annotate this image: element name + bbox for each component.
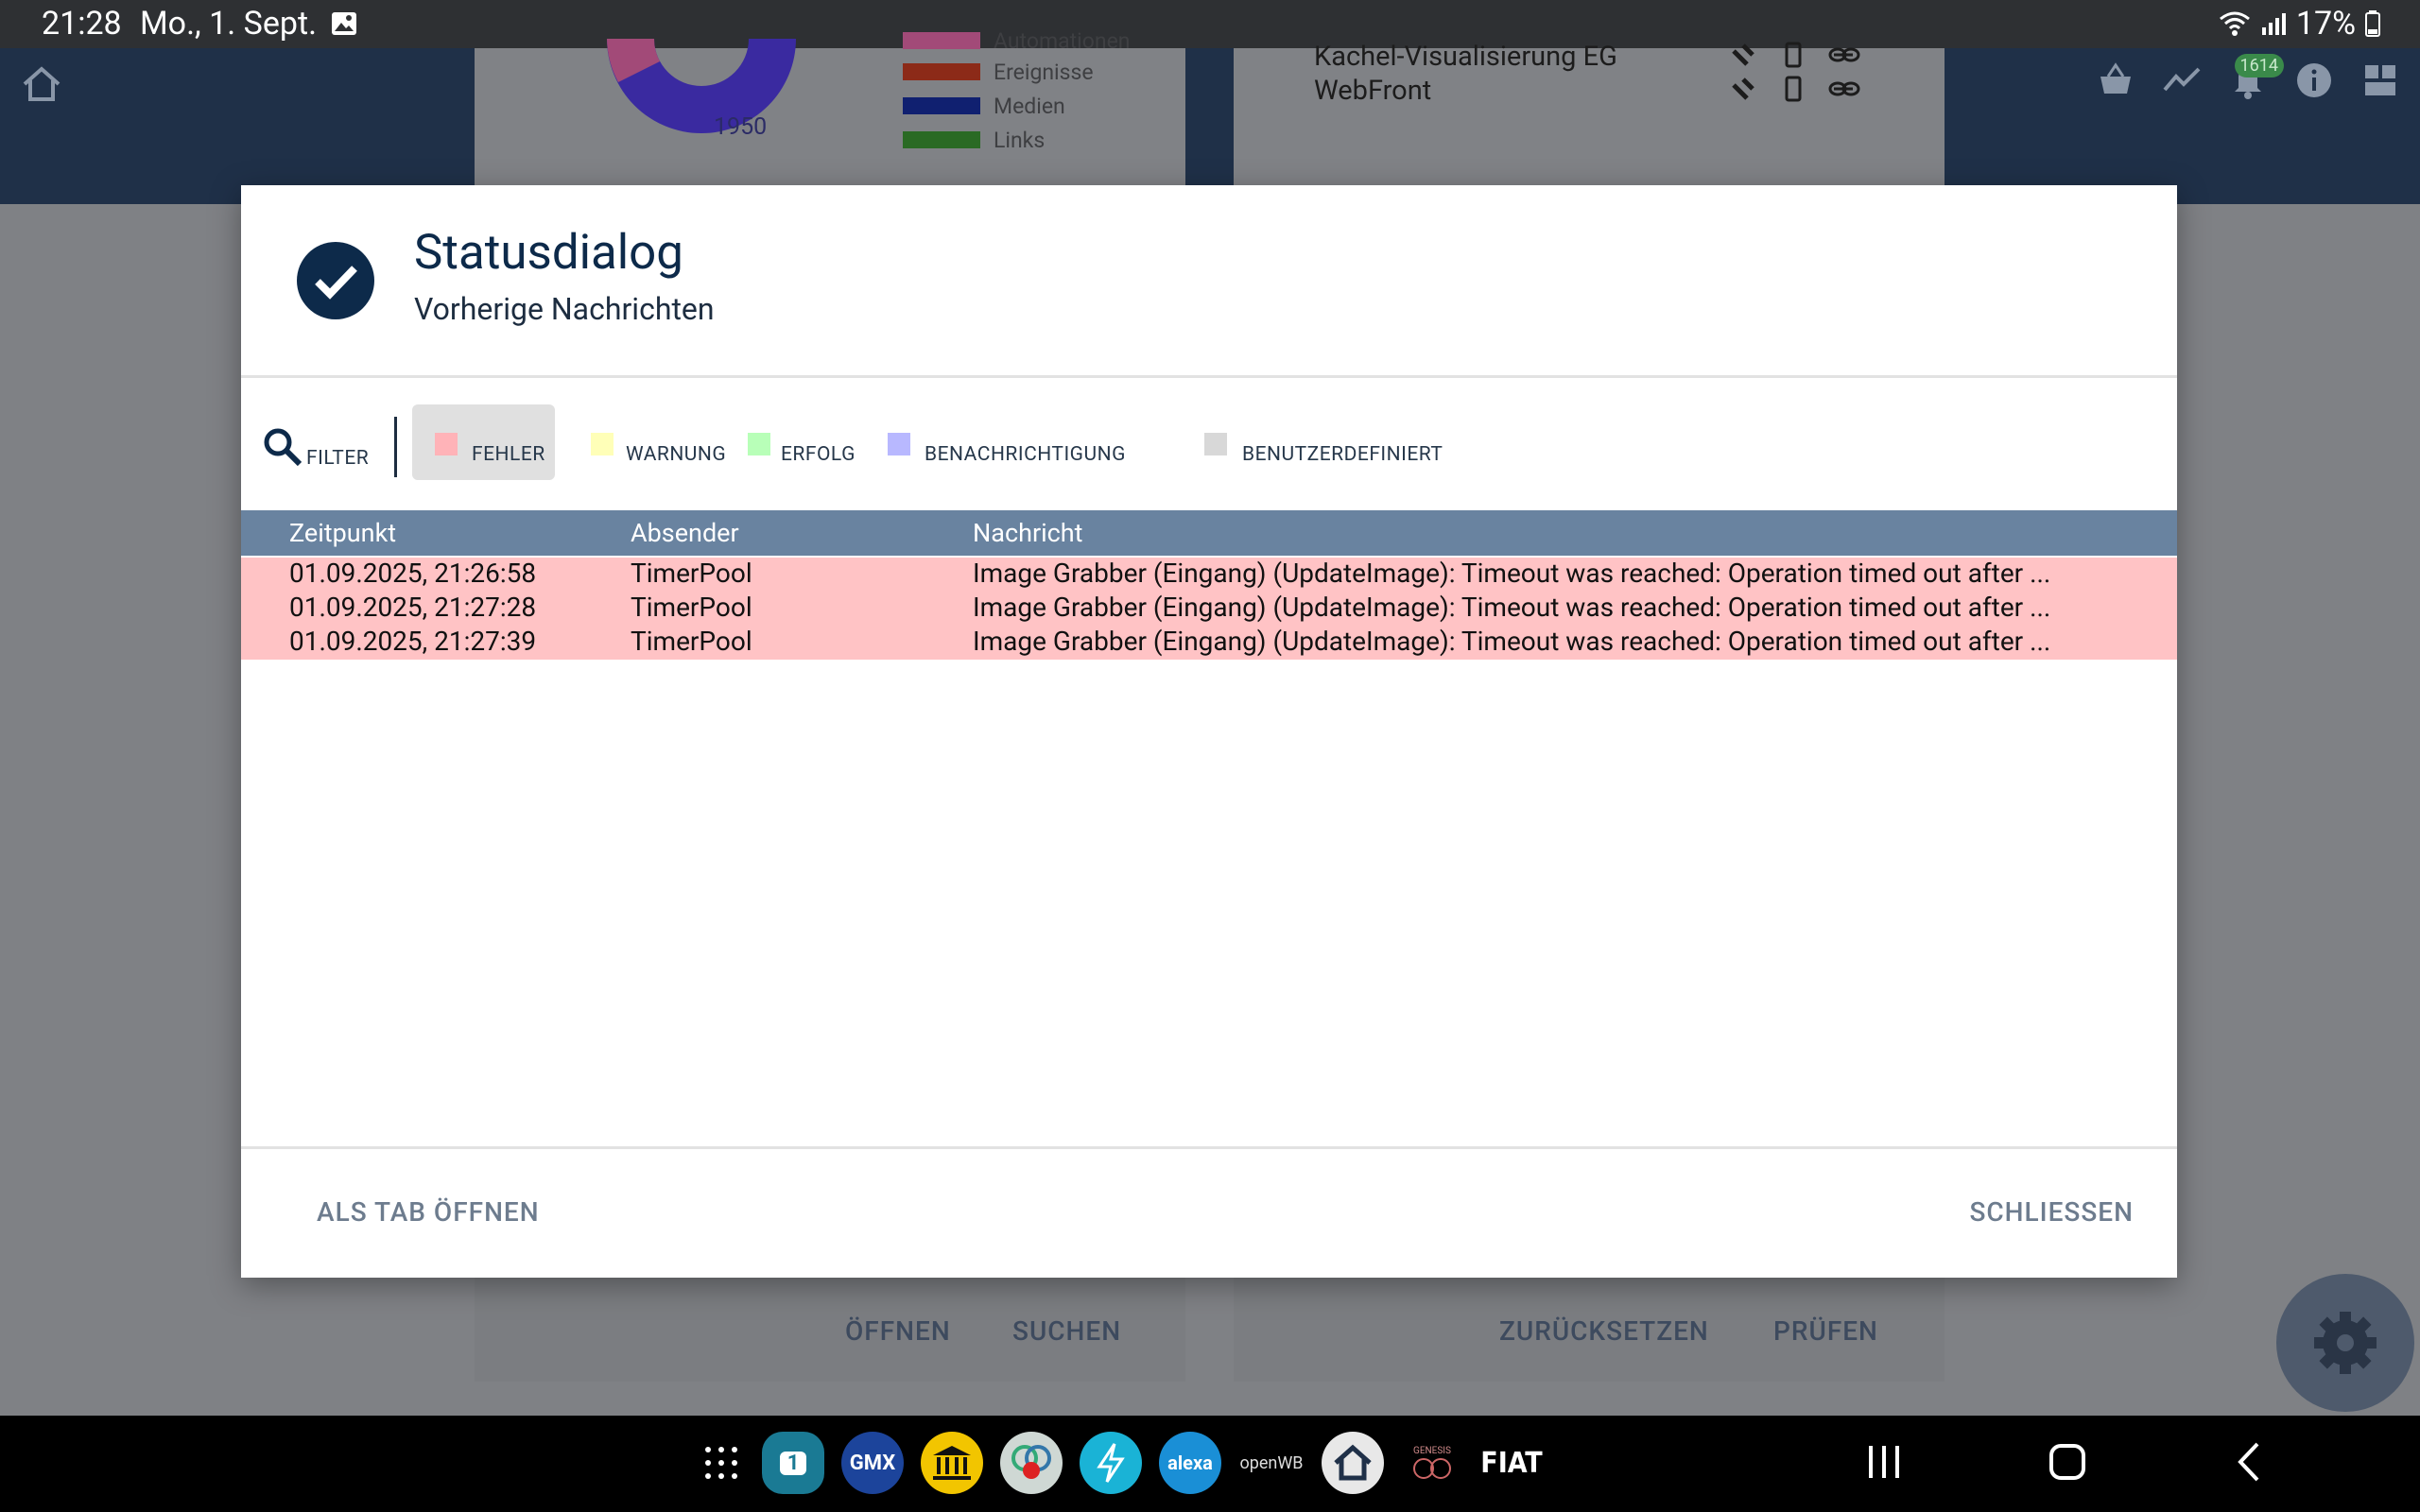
row-message: Image Grabber (Eingang) (UpdateImage): T… — [973, 592, 2051, 623]
app-drawer-icon[interactable] — [698, 1431, 745, 1495]
dialog-header: Statusdialog Vorherige Nachrichten — [241, 185, 2177, 378]
search-button[interactable]: SUCHEN — [1012, 1315, 1121, 1347]
donut-value: 1950 — [714, 113, 768, 141]
dialog-subtitle: Vorherige Nachrichten — [414, 291, 715, 327]
gmx-app-icon[interactable]: GMX — [841, 1432, 904, 1494]
row-sender: TimerPool — [631, 592, 752, 623]
open-button[interactable]: ÖFFNEN — [845, 1315, 951, 1347]
battery-percent: 17% — [2295, 5, 2356, 43]
app-dock: 1 GMX alexa openWB GENESIS FIAT — [698, 1431, 1543, 1495]
list-item[interactable]: Kachel-Visualisierung EG — [1314, 40, 1617, 74]
genesis-app-icon[interactable]: GENESIS — [1401, 1431, 1463, 1495]
table-row[interactable]: 01.09.2025, 21:27:28 TimerPool Image Gra… — [241, 592, 2177, 626]
row-sender: TimerPool — [631, 558, 752, 589]
clock: 21:28 — [42, 5, 122, 43]
legend-item: Ereignisse — [903, 55, 1131, 89]
close-button[interactable]: SCHLIESSEN — [1969, 1196, 2134, 1228]
row-time: 01.09.2025, 21:27:39 — [289, 626, 537, 657]
visualization-action-icons — [1732, 42, 1860, 102]
home-icon[interactable] — [21, 65, 62, 103]
column-header-sender[interactable]: Absender — [631, 518, 739, 548]
trend-icon[interactable] — [2161, 60, 2203, 101]
reset-button[interactable]: ZURÜCKSETZEN — [1499, 1315, 1709, 1347]
filter-chip-fehler[interactable]: FEHLER — [412, 404, 555, 480]
color-swatch — [435, 433, 458, 455]
filter-chip-warnung[interactable]: WARNUNG — [568, 404, 726, 480]
status-icons: 17% — [2219, 5, 2380, 43]
search-icon[interactable] — [262, 426, 303, 468]
filter-chip-erfolg[interactable]: ERFOLG — [725, 404, 855, 480]
basket-icon[interactable] — [2095, 60, 2136, 101]
table-row[interactable]: 01.09.2025, 21:26:58 TimerPool Image Gra… — [241, 558, 2177, 592]
visualization-list: Kachel-Visualisierung EG WebFront — [1314, 40, 1617, 108]
legend-item: Medien — [903, 89, 1131, 123]
calendar-app-icon[interactable]: 1 — [762, 1432, 824, 1494]
gallery-notification-icon — [332, 12, 356, 35]
row-time: 01.09.2025, 21:26:58 — [289, 558, 537, 589]
check-circle-icon — [297, 242, 374, 319]
open-as-tab-button[interactable]: ALS TAB ÖFFNEN — [317, 1196, 540, 1228]
color-swatch — [591, 433, 614, 455]
status-dialog: Statusdialog Vorherige Nachrichten FILTE… — [241, 185, 2177, 1278]
filter-chip-benachrichtigung[interactable]: BENACHRICHTIGUNG — [865, 404, 1125, 480]
back-icon[interactable] — [2235, 1438, 2263, 1486]
fiat-app-icon[interactable]: FIAT — [1480, 1431, 1543, 1495]
row-time: 01.09.2025, 21:27:28 — [289, 592, 537, 623]
recent-apps-icon[interactable] — [1867, 1438, 1901, 1486]
check-button[interactable]: PRÜFEN — [1773, 1315, 1878, 1347]
divider — [394, 417, 397, 477]
color-swatch — [1204, 433, 1227, 455]
dialog-footer: ALS TAB ÖFFNEN SCHLIESSEN — [241, 1146, 2177, 1278]
legend-item: Links — [903, 123, 1131, 157]
message-list: 01.09.2025, 21:26:58 TimerPool Image Gra… — [241, 558, 2177, 660]
color-swatch — [888, 433, 910, 455]
table-header: Zeitpunkt Absender Nachricht — [241, 510, 2177, 556]
filter-bar: FILTER FEHLER WARNUNG ERFOLG BENACHRICHT… — [241, 381, 2177, 507]
dialog-title: Statusdialog — [414, 225, 683, 281]
column-header-message[interactable]: Nachricht — [973, 518, 1083, 548]
row-message: Image Grabber (Eingang) (UpdateImage): T… — [973, 558, 2051, 589]
chart-legend: Automationen Ereignisse Medien Links — [903, 28, 1131, 157]
navigation-bar: 1 GMX alexa openWB GENESIS FIAT — [0, 1416, 2420, 1512]
home-app-icon[interactable] — [1322, 1432, 1384, 1494]
table-row[interactable]: 01.09.2025, 21:27:39 TimerPool Image Gra… — [241, 626, 2177, 660]
filter-chip-benutzerdefiniert[interactable]: BENUTZERDEFINIERT — [1189, 404, 1463, 480]
home-nav-icon[interactable] — [2048, 1438, 2086, 1486]
battery-icon — [2365, 10, 2380, 37]
signal-icon — [2261, 13, 2286, 35]
color-swatch — [748, 433, 770, 455]
alexa-app-icon[interactable]: alexa — [1159, 1432, 1221, 1494]
circles-app-icon[interactable] — [1000, 1432, 1063, 1494]
column-header-time[interactable]: Zeitpunkt — [289, 518, 396, 548]
date: Mo., 1. Sept. — [140, 5, 318, 43]
gear-icon — [2314, 1312, 2377, 1374]
list-item[interactable]: WebFront — [1314, 74, 1617, 108]
status-bar: 21:28 Mo., 1. Sept. 17% — [0, 0, 2420, 48]
openwb-app-icon[interactable]: openWB — [1238, 1431, 1305, 1495]
wifi-icon — [2219, 11, 2250, 36]
notification-badge: 1614 — [2234, 54, 2284, 77]
settings-fab[interactable] — [2276, 1274, 2414, 1412]
info-icon[interactable] — [2293, 60, 2335, 101]
filter-label[interactable]: FILTER — [306, 447, 369, 470]
legend-item: Automationen — [903, 26, 1131, 55]
bank-app-icon[interactable] — [921, 1432, 983, 1494]
app-header: 1614 — [0, 48, 2420, 204]
donut-chart — [607, 39, 796, 134]
grid-icon[interactable] — [2360, 60, 2401, 101]
energy-app-icon[interactable] — [1080, 1432, 1142, 1494]
row-message: Image Grabber (Eingang) (UpdateImage): T… — [973, 626, 2051, 657]
row-sender: TimerPool — [631, 626, 752, 657]
